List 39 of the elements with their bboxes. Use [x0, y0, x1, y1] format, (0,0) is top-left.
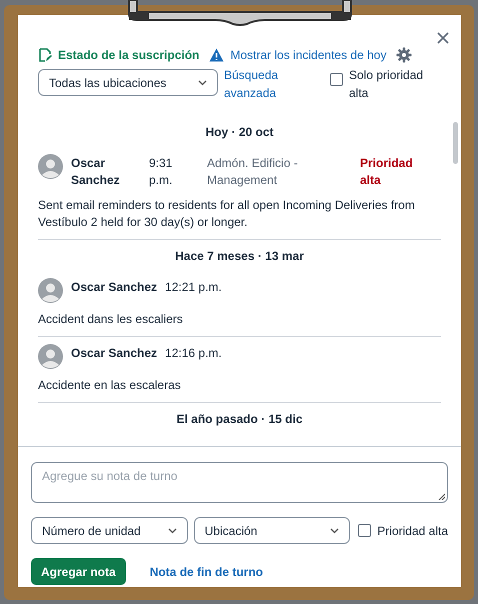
- settings-icon[interactable]: [396, 47, 412, 63]
- chevron-down-icon: [198, 80, 207, 86]
- avatar-icon: [38, 278, 63, 303]
- unit-number-select[interactable]: Número de unidad: [31, 517, 188, 544]
- advanced-search-link[interactable]: Búsqueda avanzada: [224, 66, 304, 102]
- location-select[interactable]: Ubicación: [194, 517, 350, 544]
- resize-handle-icon: [438, 493, 445, 500]
- note-time: 9:31 p.m.: [149, 155, 174, 189]
- high-priority-checkbox[interactable]: [358, 524, 372, 537]
- note-text: Accident dans les escaliers: [38, 311, 184, 328]
- date-heading: El año pasado · 15 dic: [175, 411, 304, 428]
- date-heading: Hoy · 20 oct: [204, 124, 274, 141]
- author-name: Oscar Sanchez: [71, 155, 121, 189]
- date-heading: Hace 7 meses · 13 mar: [174, 248, 305, 265]
- document-edit-icon: [38, 48, 52, 62]
- subscription-status-link[interactable]: Estado de la suscripción: [38, 48, 200, 62]
- avatar-icon: [38, 344, 63, 369]
- add-note-button[interactable]: Agregar nota: [31, 558, 126, 585]
- avatar-icon: [38, 154, 63, 179]
- shift-note-field[interactable]: Agregue su nota de turno: [31, 462, 448, 503]
- end-of-shift-note-link[interactable]: Nota de fin de turno: [150, 564, 264, 578]
- warning-icon: [209, 48, 224, 62]
- scrollbar-thumb[interactable]: [453, 122, 458, 164]
- close-icon[interactable]: [437, 32, 449, 44]
- author-name: Oscar Sanchez: [71, 279, 158, 296]
- note-time: 12:21 p.m.: [165, 279, 222, 296]
- todays-incidents-link[interactable]: Mostrar los incidentes de hoy: [209, 48, 386, 62]
- location-select[interactable]: Todas las ubicaciones: [38, 69, 218, 96]
- priority-label: Prioridad alta: [360, 155, 414, 189]
- note-time: 12:16 p.m.: [165, 345, 222, 362]
- note-text: Sent email reminders to residents for all open Incoming Deliveries from Vestíbulo 2 held for 30 day(s) or longer.: [38, 197, 416, 231]
- chevron-down-icon: [168, 528, 177, 534]
- chevron-down-icon: [330, 528, 340, 534]
- priority-only-checkbox[interactable]: [330, 73, 343, 86]
- author-name: Oscar Sanchez: [71, 345, 158, 362]
- note-location: Admón. Edificio - Management: [207, 155, 299, 189]
- priority-only-label: Solo prioridad alta: [349, 67, 424, 102]
- high-priority-label: Prioridad alta: [377, 523, 448, 540]
- note-text: Accidente en las escaleras: [38, 377, 182, 394]
